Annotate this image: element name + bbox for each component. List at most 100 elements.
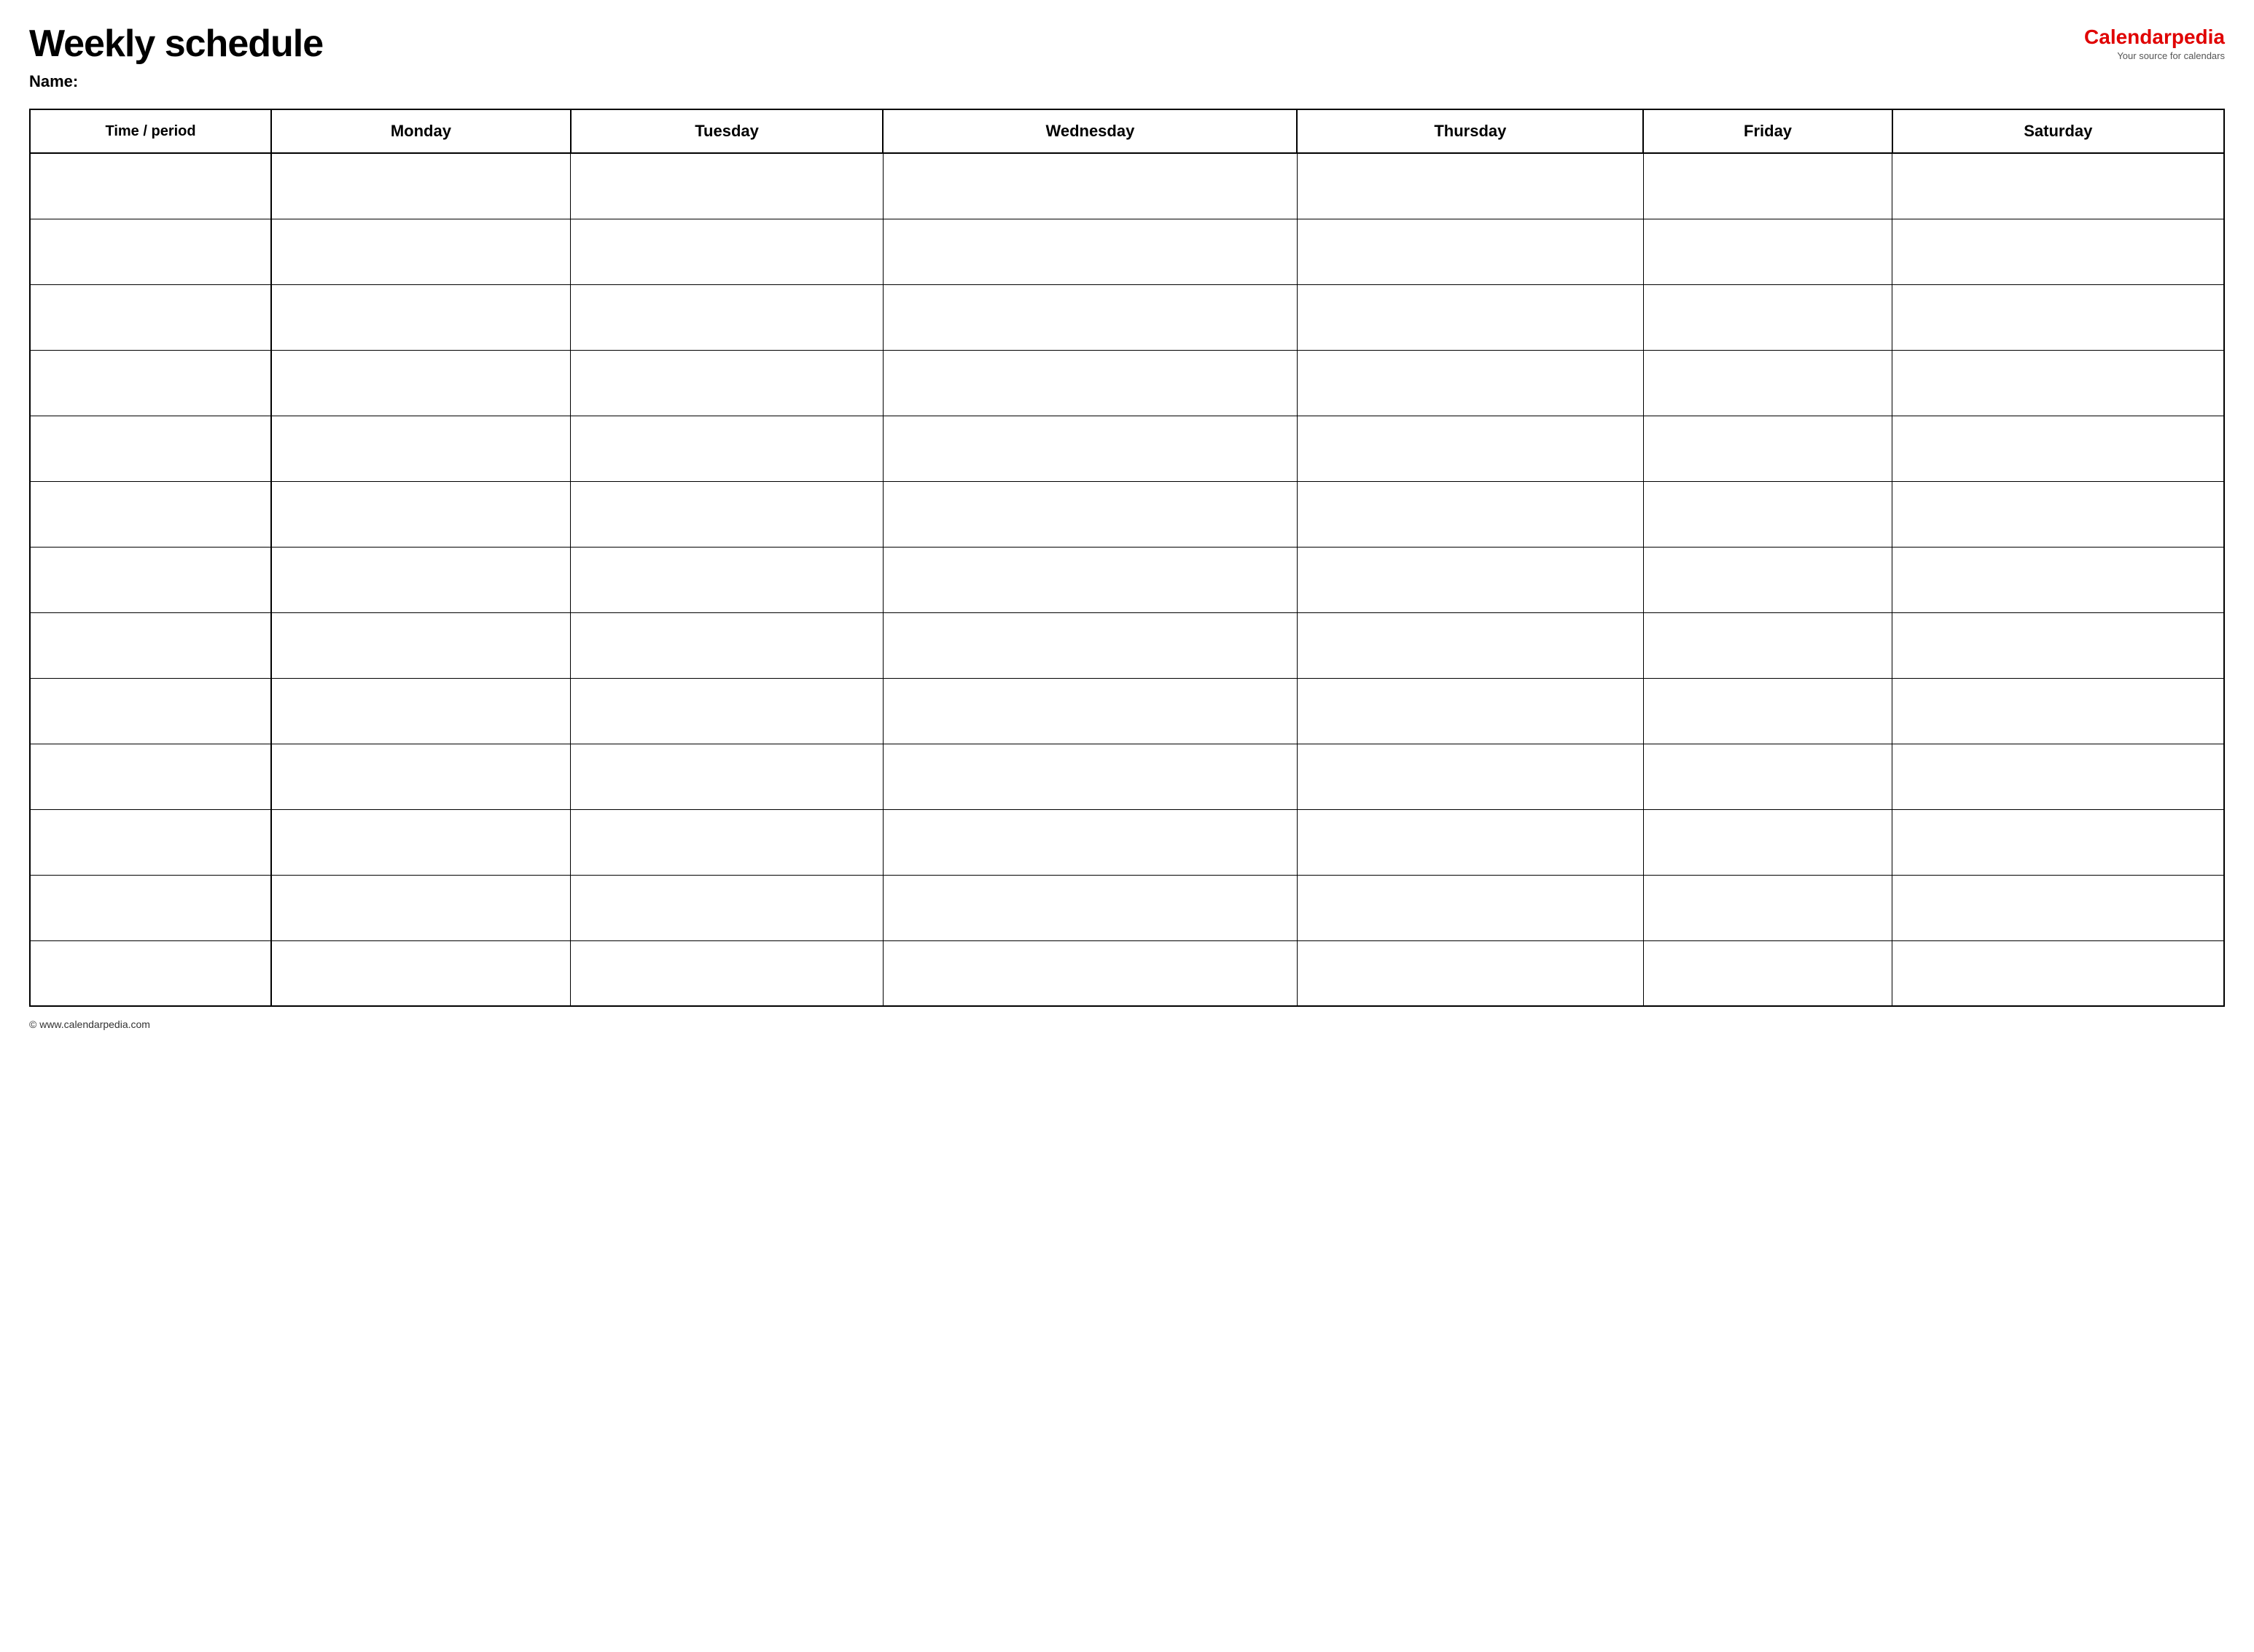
cell-row7-col0[interactable] (30, 612, 271, 678)
cell-row0-col0[interactable] (30, 153, 271, 219)
cell-row0-col2[interactable] (571, 153, 884, 219)
cell-row2-col4[interactable] (1297, 284, 1643, 350)
cell-row3-col6[interactable] (1892, 350, 2224, 416)
cell-row2-col5[interactable] (1643, 284, 1892, 350)
cell-row6-col1[interactable] (271, 547, 571, 612)
cell-row7-col1[interactable] (271, 612, 571, 678)
cell-row2-col0[interactable] (30, 284, 271, 350)
cell-row3-col0[interactable] (30, 350, 271, 416)
cell-row12-col6[interactable] (1892, 940, 2224, 1006)
cell-row10-col3[interactable] (883, 809, 1297, 875)
cell-row6-col4[interactable] (1297, 547, 1643, 612)
cell-row4-col0[interactable] (30, 416, 271, 481)
cell-row7-col6[interactable] (1892, 612, 2224, 678)
logo-section: Calendarpedia Your source for calendars (2084, 23, 2225, 61)
cell-row9-col1[interactable] (271, 744, 571, 809)
col-header-monday: Monday (271, 109, 571, 153)
cell-row6-col2[interactable] (571, 547, 884, 612)
schedule-table: Time / period Monday Tuesday Wednesday T… (29, 109, 2225, 1007)
cell-row5-col3[interactable] (883, 481, 1297, 547)
cell-row12-col0[interactable] (30, 940, 271, 1006)
cell-row9-col0[interactable] (30, 744, 271, 809)
cell-row7-col2[interactable] (571, 612, 884, 678)
table-row (30, 284, 2224, 350)
cell-row11-col3[interactable] (883, 875, 1297, 940)
cell-row2-col3[interactable] (883, 284, 1297, 350)
cell-row11-col1[interactable] (271, 875, 571, 940)
table-row (30, 481, 2224, 547)
cell-row7-col5[interactable] (1643, 612, 1892, 678)
cell-row4-col5[interactable] (1643, 416, 1892, 481)
cell-row11-col5[interactable] (1643, 875, 1892, 940)
cell-row10-col4[interactable] (1297, 809, 1643, 875)
cell-row4-col6[interactable] (1892, 416, 2224, 481)
cell-row11-col2[interactable] (571, 875, 884, 940)
cell-row8-col5[interactable] (1643, 678, 1892, 744)
footer: © www.calendarpedia.com (29, 1018, 2225, 1030)
cell-row0-col3[interactable] (883, 153, 1297, 219)
cell-row12-col5[interactable] (1643, 940, 1892, 1006)
cell-row4-col4[interactable] (1297, 416, 1643, 481)
cell-row7-col3[interactable] (883, 612, 1297, 678)
cell-row8-col1[interactable] (271, 678, 571, 744)
cell-row5-col1[interactable] (271, 481, 571, 547)
cell-row10-col2[interactable] (571, 809, 884, 875)
cell-row0-col1[interactable] (271, 153, 571, 219)
cell-row1-col4[interactable] (1297, 219, 1643, 284)
cell-row0-col4[interactable] (1297, 153, 1643, 219)
cell-row5-col2[interactable] (571, 481, 884, 547)
cell-row4-col1[interactable] (271, 416, 571, 481)
cell-row5-col0[interactable] (30, 481, 271, 547)
cell-row5-col5[interactable] (1643, 481, 1892, 547)
footer-text: © www.calendarpedia.com (29, 1018, 150, 1030)
cell-row1-col6[interactable] (1892, 219, 2224, 284)
cell-row0-col5[interactable] (1643, 153, 1892, 219)
cell-row8-col0[interactable] (30, 678, 271, 744)
cell-row6-col6[interactable] (1892, 547, 2224, 612)
cell-row4-col3[interactable] (883, 416, 1297, 481)
cell-row9-col6[interactable] (1892, 744, 2224, 809)
cell-row9-col3[interactable] (883, 744, 1297, 809)
cell-row1-col1[interactable] (271, 219, 571, 284)
cell-row10-col1[interactable] (271, 809, 571, 875)
cell-row0-col6[interactable] (1892, 153, 2224, 219)
cell-row3-col1[interactable] (271, 350, 571, 416)
cell-row12-col3[interactable] (883, 940, 1297, 1006)
cell-row3-col4[interactable] (1297, 350, 1643, 416)
cell-row12-col2[interactable] (571, 940, 884, 1006)
cell-row10-col0[interactable] (30, 809, 271, 875)
cell-row5-col4[interactable] (1297, 481, 1643, 547)
cell-row4-col2[interactable] (571, 416, 884, 481)
cell-row1-col3[interactable] (883, 219, 1297, 284)
cell-row12-col1[interactable] (271, 940, 571, 1006)
cell-row11-col4[interactable] (1297, 875, 1643, 940)
cell-row1-col0[interactable] (30, 219, 271, 284)
cell-row7-col4[interactable] (1297, 612, 1643, 678)
cell-row6-col5[interactable] (1643, 547, 1892, 612)
cell-row9-col2[interactable] (571, 744, 884, 809)
cell-row1-col5[interactable] (1643, 219, 1892, 284)
cell-row11-col6[interactable] (1892, 875, 2224, 940)
cell-row12-col4[interactable] (1297, 940, 1643, 1006)
cell-row9-col4[interactable] (1297, 744, 1643, 809)
cell-row11-col0[interactable] (30, 875, 271, 940)
cell-row2-col6[interactable] (1892, 284, 2224, 350)
col-header-friday: Friday (1643, 109, 1892, 153)
cell-row10-col6[interactable] (1892, 809, 2224, 875)
cell-row8-col6[interactable] (1892, 678, 2224, 744)
cell-row8-col3[interactable] (883, 678, 1297, 744)
cell-row3-col5[interactable] (1643, 350, 1892, 416)
cell-row3-col3[interactable] (883, 350, 1297, 416)
cell-row8-col2[interactable] (571, 678, 884, 744)
title-section: Weekly schedule Name: (29, 23, 323, 91)
cell-row8-col4[interactable] (1297, 678, 1643, 744)
cell-row9-col5[interactable] (1643, 744, 1892, 809)
cell-row2-col1[interactable] (271, 284, 571, 350)
cell-row1-col2[interactable] (571, 219, 884, 284)
cell-row5-col6[interactable] (1892, 481, 2224, 547)
cell-row6-col0[interactable] (30, 547, 271, 612)
cell-row3-col2[interactable] (571, 350, 884, 416)
cell-row2-col2[interactable] (571, 284, 884, 350)
cell-row10-col5[interactable] (1643, 809, 1892, 875)
cell-row6-col3[interactable] (883, 547, 1297, 612)
